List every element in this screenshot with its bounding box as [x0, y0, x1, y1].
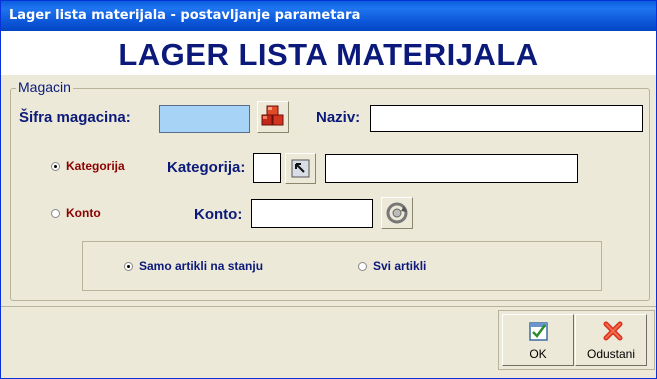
kategorija-lookup-button[interactable] [285, 153, 316, 184]
dialog-window: Lager lista materijala - postavljanje pa… [0, 0, 657, 379]
magacin-group-label: Magacin [16, 79, 73, 95]
cancel-button[interactable]: Odustani [575, 314, 647, 366]
cancel-button-label: Odustani [586, 347, 636, 361]
banner-heading: LAGER LISTA MATERIJALA [118, 37, 539, 72]
konto-radio-label: Konto [66, 206, 101, 220]
kategorija-radio-dot[interactable] [51, 162, 60, 171]
svi-artikli-radio-dot[interactable] [358, 262, 367, 271]
ok-button[interactable]: OK [502, 314, 574, 366]
kategorija-radio-label: Kategorija [66, 159, 125, 173]
arrow-lookup-icon [291, 159, 310, 178]
kategorija-label: Kategorija: [167, 159, 246, 176]
checkmark-icon [529, 322, 548, 341]
window-title: Lager lista materijala - postavljanje pa… [9, 8, 361, 23]
banner: LAGER LISTA MATERIJALA [1, 31, 656, 75]
refresh-icon [386, 202, 408, 224]
naziv-label: Naziv: [316, 109, 361, 126]
sifra-magacina-label: Šifra magacina: [19, 109, 131, 126]
magacin-lookup-button[interactable] [257, 101, 289, 133]
kategorija-name-input[interactable] [325, 154, 578, 183]
konto-input[interactable] [251, 199, 373, 228]
boxes-icon [261, 105, 284, 126]
konto-radio-dot[interactable] [51, 209, 60, 218]
svi-artikli-label: Svi artikli [373, 259, 427, 273]
konto-label: Konto: [194, 206, 243, 223]
naziv-input[interactable] [370, 105, 643, 132]
konto-lookup-button[interactable] [381, 197, 413, 229]
sifra-magacina-input[interactable] [159, 105, 250, 133]
samo-artikli-radio-dot[interactable] [124, 262, 133, 271]
ok-button-label: OK [529, 347, 547, 361]
footer-divider [1, 306, 656, 307]
close-icon [603, 321, 623, 341]
title-bar[interactable]: Lager lista materijala - postavljanje pa… [1, 1, 656, 31]
samo-artikli-label: Samo artikli na stanju [139, 259, 264, 273]
kategorija-code-input[interactable] [253, 153, 281, 183]
